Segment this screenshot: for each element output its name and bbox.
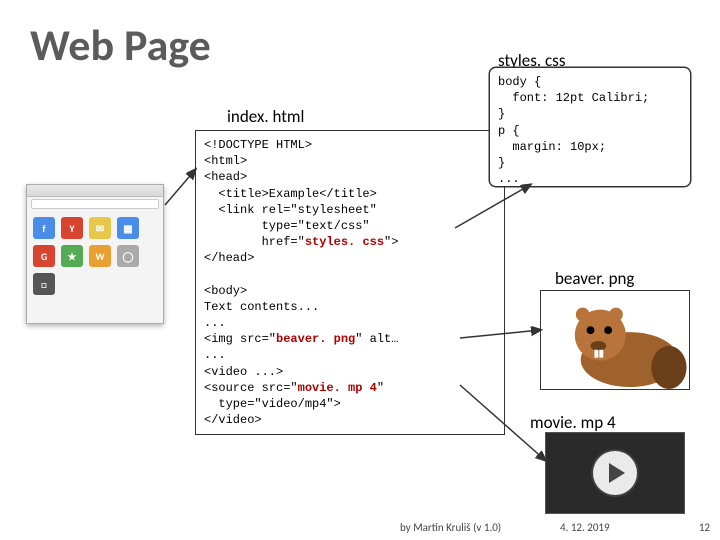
play-icon bbox=[593, 451, 637, 495]
label-index: index. html bbox=[227, 106, 304, 127]
page-title: Web Page bbox=[30, 18, 211, 72]
footer-author: by Martin Kruliš (v 1.0) bbox=[400, 521, 501, 534]
label-movie: movie. mp 4 bbox=[530, 412, 616, 433]
code-index-html: <!DOCTYPE HTML> <html> <head> <title>Exa… bbox=[195, 130, 505, 435]
beaver-image bbox=[540, 290, 690, 390]
footer-page-number: 12 bbox=[699, 521, 710, 534]
code-styles-css: body { font: 12pt Calibri; } p { margin:… bbox=[490, 68, 690, 186]
video-thumbnail bbox=[545, 432, 685, 514]
label-beaver: beaver. png bbox=[555, 268, 634, 289]
browser-screenshot: f Y ✉ ▦ G ★ W ◯ □ bbox=[26, 184, 164, 324]
footer-date: 4. 12. 2019 bbox=[560, 521, 610, 534]
